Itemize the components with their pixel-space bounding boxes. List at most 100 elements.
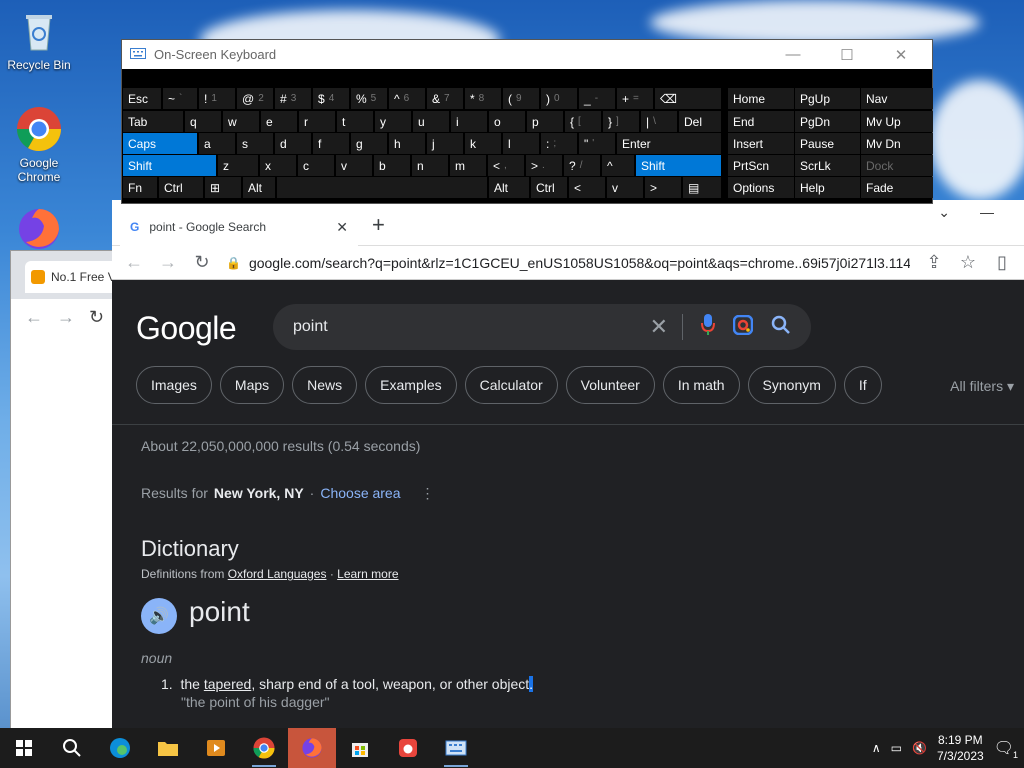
- osk-key[interactable]: z: [218, 155, 258, 176]
- osk-key[interactable]: Caps: [123, 133, 197, 154]
- osk-key[interactable]: <,: [488, 155, 524, 176]
- chip-examples[interactable]: Examples: [365, 366, 457, 404]
- osk-key[interactable]: y: [375, 111, 411, 132]
- back-arrow-icon[interactable]: ←: [124, 252, 144, 273]
- osk-key[interactable]: Shift: [636, 155, 721, 176]
- osk-key[interactable]: ? /: [564, 155, 600, 176]
- osk-key[interactable]: f: [313, 133, 349, 154]
- pronounce-speaker-icon[interactable]: 🔊: [141, 598, 177, 634]
- osk-key[interactable]: o: [489, 111, 525, 132]
- osk-nav-key[interactable]: Options: [728, 177, 794, 198]
- osk-key[interactable]: + =: [617, 88, 653, 109]
- reload-icon[interactable]: ↻: [89, 307, 104, 328]
- store-icon[interactable]: [336, 728, 384, 768]
- osk-key[interactable]: [277, 177, 487, 198]
- osk-key[interactable]: p: [527, 111, 563, 132]
- osk-key[interactable]: | \: [641, 111, 677, 132]
- osk-key[interactable]: Fn: [123, 177, 157, 198]
- choose-area-link[interactable]: Choose area: [320, 485, 400, 502]
- osk-key[interactable]: ~ `: [163, 88, 197, 109]
- osk-key[interactable]: g: [351, 133, 387, 154]
- chrome-taskbar-icon[interactable]: [240, 728, 288, 768]
- osk-nav-key[interactable]: Help: [795, 177, 860, 198]
- osk-key[interactable]: <: [569, 177, 605, 198]
- osk-key[interactable]: q: [185, 111, 221, 132]
- osk-key[interactable]: {[: [565, 111, 601, 132]
- osk-key[interactable]: >: [645, 177, 681, 198]
- osk-key[interactable]: ⌫: [655, 88, 721, 109]
- lens-camera-icon[interactable]: [732, 314, 754, 340]
- osk-nav-key[interactable]: Mv Dn: [861, 133, 933, 154]
- lock-icon[interactable]: 🔒: [226, 256, 241, 270]
- osk-nav-key[interactable]: Insert: [728, 133, 794, 154]
- osk-key[interactable]: :;: [541, 133, 577, 154]
- osk-key[interactable]: * 8: [465, 88, 501, 109]
- network-icon[interactable]: ▭: [891, 741, 902, 755]
- osk-key[interactable]: ▤: [683, 177, 721, 198]
- recycle-bin-desktop-icon[interactable]: Recycle Bin: [1, 8, 77, 72]
- more-options-icon[interactable]: ⋮: [421, 485, 435, 502]
- tab-search-chevron-icon[interactable]: ⌄: [938, 204, 950, 221]
- search-icon[interactable]: [771, 315, 791, 340]
- osk-key[interactable]: Tab: [123, 111, 183, 132]
- osk-key[interactable]: #3: [275, 88, 311, 109]
- osk-key[interactable]: ) 0: [541, 88, 577, 109]
- osk-nav-key[interactable]: Home: [728, 88, 794, 109]
- osk-key[interactable]: ^: [602, 155, 634, 176]
- background-browser-window[interactable]: No.1 Free V ← → ↻: [10, 250, 125, 730]
- chevron-up-icon[interactable]: ∧: [872, 741, 881, 755]
- volume-muted-icon[interactable]: 🔇: [912, 741, 927, 755]
- osk-key[interactable]: $4: [313, 88, 349, 109]
- chip-calculator[interactable]: Calculator: [464, 366, 558, 404]
- osk-nav-key[interactable]: PgUp: [795, 88, 860, 109]
- side-panel-icon[interactable]: ▯: [992, 252, 1012, 273]
- osk-key[interactable]: h: [389, 133, 425, 154]
- osk-key[interactable]: c: [298, 155, 334, 176]
- forward-arrow-icon[interactable]: →: [158, 252, 178, 273]
- osk-key[interactable]: l: [503, 133, 539, 154]
- osk-nav-key[interactable]: PgDn: [795, 111, 860, 132]
- osk-key[interactable]: k: [465, 133, 501, 154]
- firefox-taskbar-icon[interactable]: [288, 728, 336, 768]
- osk-nav-key[interactable]: Nav: [861, 88, 933, 109]
- close-tab-icon[interactable]: ✕: [336, 219, 348, 236]
- osk-key[interactable]: Ctrl: [159, 177, 203, 198]
- osk-key[interactable]: " ': [579, 133, 615, 154]
- clear-search-icon[interactable]: ✕: [650, 314, 683, 340]
- osk-key[interactable]: Del: [679, 111, 721, 132]
- osk-key[interactable]: (9: [503, 88, 539, 109]
- bookmark-star-icon[interactable]: ☆: [958, 252, 978, 273]
- reload-icon[interactable]: ↻: [192, 252, 212, 273]
- edge-icon[interactable]: [96, 728, 144, 768]
- osk-key[interactable]: & 7: [427, 88, 463, 109]
- osk-key[interactable]: Alt: [243, 177, 275, 198]
- osk-nav-key[interactable]: ScrLk: [795, 155, 860, 176]
- osk-key[interactable]: a: [199, 133, 235, 154]
- osk-key[interactable]: Enter: [617, 133, 721, 154]
- osk-key[interactable]: s: [237, 133, 273, 154]
- chip-images[interactable]: Images: [136, 366, 212, 404]
- chip-in-math[interactable]: In math: [662, 366, 740, 404]
- forward-arrow-icon[interactable]: →: [57, 307, 75, 328]
- chip-if[interactable]: If: [843, 366, 882, 404]
- osk-nav-key[interactable]: PrtScn: [728, 155, 794, 176]
- osk-key[interactable]: Alt: [489, 177, 529, 198]
- back-arrow-icon[interactable]: ←: [25, 307, 43, 328]
- chip-synonym[interactable]: Synonym: [747, 366, 836, 404]
- osk-key[interactable]: i: [451, 111, 487, 132]
- google-logo[interactable]: Google: [136, 310, 237, 347]
- osk-nav-key[interactable]: Mv Up: [861, 111, 933, 132]
- tab-google-search[interactable]: G point - Google Search ✕: [120, 208, 358, 246]
- clock[interactable]: 8:19 PM 7/3/2023: [937, 732, 984, 764]
- osk-key[interactable]: n: [412, 155, 448, 176]
- oxford-languages-link[interactable]: Oxford Languages: [228, 567, 327, 581]
- osk-nav-key[interactable]: Pause: [795, 133, 860, 154]
- firefox-desktop-icon[interactable]: [1, 206, 77, 256]
- all-filters-button[interactable]: All filters ▾: [950, 378, 1014, 395]
- osk-key[interactable]: v: [336, 155, 372, 176]
- osk-key[interactable]: e: [261, 111, 297, 132]
- close-button[interactable]: ✕: [878, 46, 924, 64]
- osk-key[interactable]: m: [450, 155, 486, 176]
- osk-key[interactable]: >.: [526, 155, 562, 176]
- osk-key[interactable]: r: [299, 111, 335, 132]
